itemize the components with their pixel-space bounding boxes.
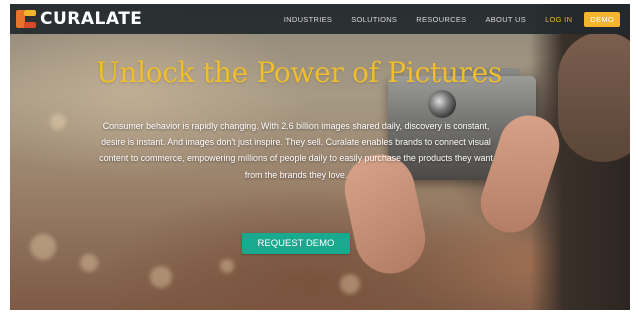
nav-link-solutions[interactable]: SOLUTIONS <box>351 15 397 24</box>
photographer-head <box>558 32 630 162</box>
demo-button[interactable]: DEMO <box>584 11 620 27</box>
login-link[interactable]: LOG IN <box>545 15 572 24</box>
brand-name: CURALATE <box>40 9 143 29</box>
hero-headline: Unlock the Power of Pictures <box>96 56 502 89</box>
curalate-logo-icon <box>16 10 36 28</box>
nav-links: INDUSTRIES SOLUTIONS RESOURCES ABOUT US … <box>265 4 620 34</box>
nav-link-resources[interactable]: RESOURCES <box>416 15 466 24</box>
hero-body-text: Consumer behavior is rapidly changing. W… <box>99 121 493 180</box>
top-navigation-bar: CURALATE INDUSTRIES SOLUTIONS RESOURCES … <box>10 4 630 34</box>
nav-link-about-us[interactable]: ABOUT US <box>485 15 526 24</box>
page: CURALATE INDUSTRIES SOLUTIONS RESOURCES … <box>0 0 638 315</box>
camera-lens <box>428 90 456 118</box>
request-demo-button[interactable]: REQUEST DEMO <box>242 233 350 254</box>
nav-link-industries[interactable]: INDUSTRIES <box>284 15 332 24</box>
brand-logo[interactable]: CURALATE <box>16 9 142 29</box>
